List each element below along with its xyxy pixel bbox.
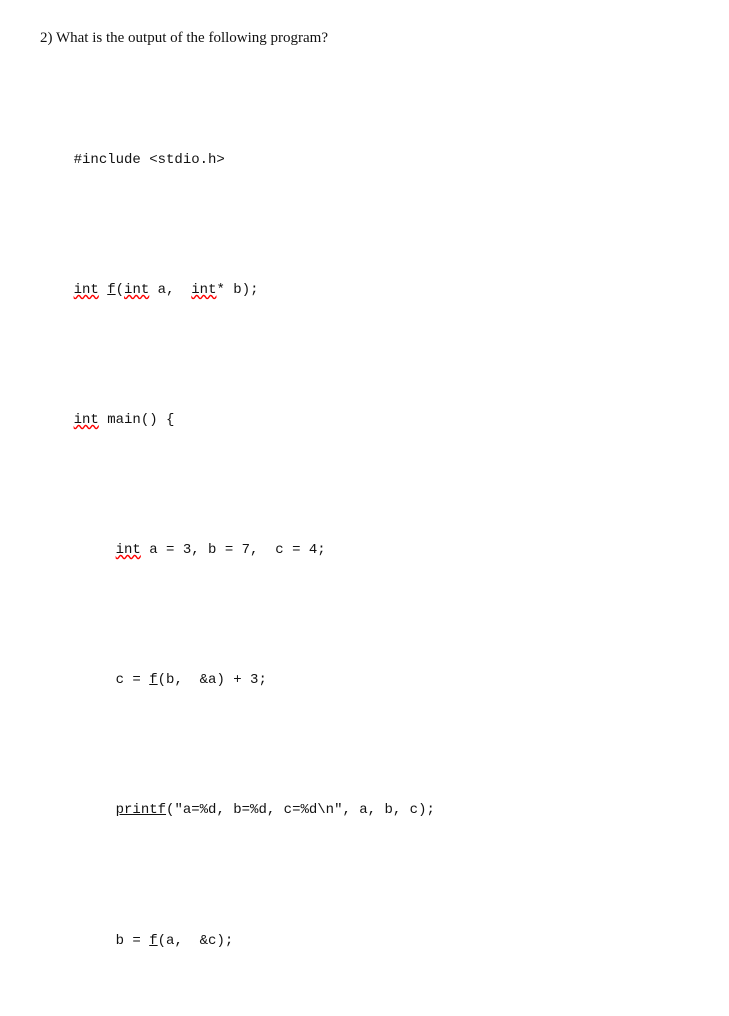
c1-text-post: (b, &a) + 3; <box>158 672 267 688</box>
main-int-a-line: int a = 3, b = 7, c = 4; <box>40 518 689 583</box>
main-printf1-line: printf("a=%d, b=%d, c=%d\n", a, b, c); <box>40 779 689 844</box>
int-keyword-1: int <box>74 282 99 298</box>
indent-main-1 <box>74 542 116 558</box>
f-param-a: a, <box>149 282 191 298</box>
question-label: 2) What is the output of the following p… <box>40 30 689 47</box>
b-text-post: (a, &c); <box>158 933 234 949</box>
f-call-1: f <box>149 672 157 688</box>
printf1-text: ("a=%d, b=%d, c=%d\n", a, b, c); <box>166 802 435 818</box>
f-call-2: f <box>149 933 157 949</box>
b-text-pre: b = <box>116 933 150 949</box>
f-name-1: f <box>107 282 115 298</box>
int-keyword-3: int <box>116 542 141 558</box>
indent-main-3 <box>74 802 116 818</box>
int-star-keyword: int <box>191 282 216 298</box>
main-c1-line: c = f(b, &a) + 3; <box>40 649 689 714</box>
int-keyword-main: int <box>74 412 99 428</box>
main-b-line: b = f(a, &c); <box>40 909 689 974</box>
int-f-declaration: int f(int a, int* b); <box>40 258 689 323</box>
f-params-1: ( <box>116 282 124 298</box>
code-block: #include <stdio.h> int f(int a, int* b);… <box>40 63 689 1016</box>
printf-call-1: printf <box>116 802 166 818</box>
indent-main-4 <box>74 933 116 949</box>
indent-main-2 <box>74 672 116 688</box>
main-text: main() { <box>99 412 175 428</box>
int-keyword-2: int <box>124 282 149 298</box>
question-text: 2) What is the output of the following p… <box>40 30 689 47</box>
include-text: #include <stdio.h> <box>74 152 225 168</box>
space1 <box>99 282 107 298</box>
f-param-b: * b); <box>217 282 259 298</box>
main-a-text: a = 3, b = 7, c = 4; <box>141 542 326 558</box>
int-main-declaration: int main() { <box>40 388 689 453</box>
c1-text-pre: c = <box>116 672 150 688</box>
include-line: #include <stdio.h> <box>40 128 689 193</box>
